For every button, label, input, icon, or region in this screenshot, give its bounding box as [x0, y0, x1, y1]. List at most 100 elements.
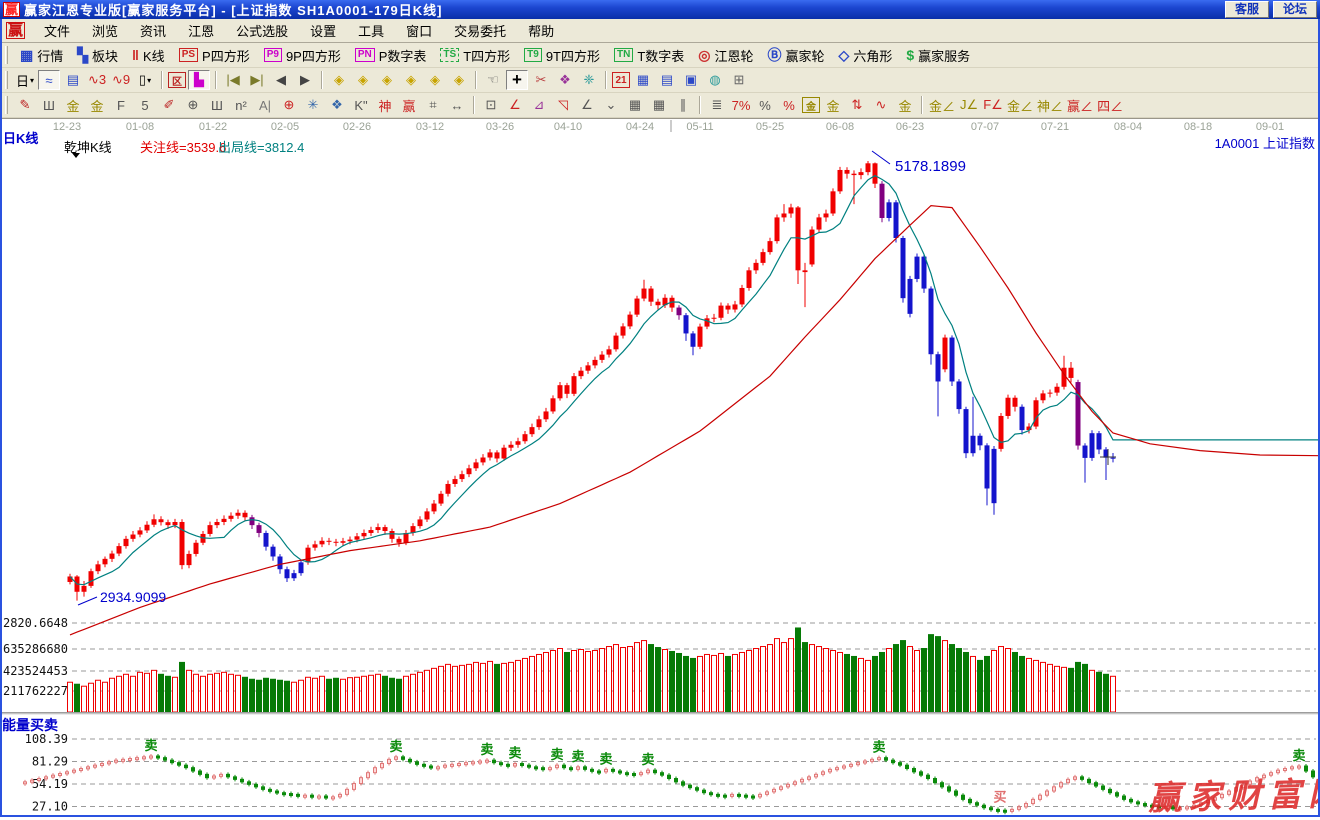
menu-item-1[interactable]: 浏览	[81, 19, 129, 42]
percent[interactable]: %	[754, 95, 776, 115]
fan-box-purple[interactable]: ⊿	[528, 95, 550, 115]
gold-line[interactable]: 金	[822, 95, 844, 115]
p-number-table[interactable]: PNP数字表	[355, 45, 427, 66]
save-disk[interactable]: ▣	[680, 70, 702, 90]
brush-red[interactable]: ✎	[14, 95, 36, 115]
menu-item-8[interactable]: 交易委托	[443, 19, 517, 42]
data-manager[interactable]: ⊞	[728, 70, 750, 90]
menu-item-6[interactable]: 工具	[347, 19, 395, 42]
gann-diamond-left[interactable]: ◈	[328, 70, 350, 90]
prev-page[interactable]: ◀	[270, 70, 292, 90]
grid-box[interactable]: ▦	[624, 95, 646, 115]
comb-lines[interactable]: Ш	[38, 95, 60, 115]
crosshair[interactable]: +	[506, 70, 528, 90]
tool-teal-flower[interactable]: ❈	[578, 70, 600, 90]
forum-button[interactable]: 论坛	[1273, 1, 1317, 18]
tool-purple-knot[interactable]: ❖	[554, 70, 576, 90]
gann-fan-red[interactable]: ∠	[504, 95, 526, 115]
angle-ying[interactable]: 赢∠	[1066, 95, 1094, 115]
calculator[interactable]: ▦	[632, 70, 654, 90]
f-comb[interactable]: F	[110, 95, 132, 115]
calendar-21[interactable]: 21	[612, 72, 630, 88]
menu-item-9[interactable]: 帮助	[517, 19, 565, 42]
menu-item-4[interactable]: 公式选股	[225, 19, 299, 42]
toolbar-handle[interactable]	[5, 71, 8, 89]
zigzag-3[interactable]: ∿3	[86, 70, 108, 90]
winner-wheel[interactable]: Ⓑ赢家轮	[768, 45, 825, 66]
customer-service-button[interactable]: 客服	[1225, 1, 1269, 18]
winner-service[interactable]: $赢家服务	[906, 45, 970, 66]
gold-red-line[interactable]: 金	[894, 95, 916, 115]
gold-comb-1[interactable]: 金	[62, 95, 84, 115]
pane-separator[interactable]	[0, 712, 1320, 715]
kline[interactable]: ǁK线	[132, 45, 165, 66]
wave-5[interactable]: 5	[134, 95, 156, 115]
zigzag-9[interactable]: ∿9	[110, 70, 132, 90]
menu-item-0[interactable]: 文件	[33, 19, 81, 42]
angle-j[interactable]: J∠	[958, 95, 980, 115]
angle-lines[interactable]: ∠	[576, 95, 598, 115]
first-page[interactable]: |◀	[222, 70, 244, 90]
v-dots[interactable]: ⌄	[600, 95, 622, 115]
menu-item-7[interactable]: 窗口	[395, 19, 443, 42]
toolbar-handle[interactable]	[5, 96, 8, 114]
brush-red-2[interactable]: ✐	[158, 95, 180, 115]
comb-lines-2[interactable]: Ш	[206, 95, 228, 115]
grid-box-arrow[interactable]: ▦	[648, 95, 670, 115]
menu-item-2[interactable]: 资讯	[129, 19, 177, 42]
shen-comb[interactable]: 神	[374, 95, 396, 115]
k-double-quote[interactable]: K"	[350, 95, 372, 115]
n-squared[interactable]: n²	[230, 95, 252, 115]
percent-7[interactable]: 7%	[730, 95, 752, 115]
volume-profile[interactable]: ▙	[188, 70, 210, 90]
last-page[interactable]: ▶|	[246, 70, 268, 90]
p-square[interactable]: PSP四方形	[179, 45, 250, 66]
fan-box-red[interactable]: ◹	[552, 95, 574, 115]
gold-circle[interactable]: 金	[802, 97, 820, 113]
box-tool[interactable]: ⊡	[480, 95, 502, 115]
web-star[interactable]: ✳	[302, 95, 324, 115]
t-square[interactable]: TST四方形	[440, 45, 510, 66]
angle-f[interactable]: F∠	[982, 95, 1004, 115]
web-export[interactable]: ◍	[704, 70, 726, 90]
info-panel[interactable]: ▤	[62, 70, 84, 90]
menu-item-5[interactable]: 设置	[299, 19, 347, 42]
pan-hand[interactable]: ☜	[482, 70, 504, 90]
gold-comb-2[interactable]: 金	[86, 95, 108, 115]
compass-red[interactable]: ⊕	[278, 95, 300, 115]
angle-si[interactable]: 四∠	[1096, 95, 1124, 115]
scale-ruler[interactable]: ≣	[706, 95, 728, 115]
angle-shen[interactable]: 神∠	[1036, 95, 1064, 115]
gann-maze[interactable]: 区	[168, 72, 186, 88]
9p-square[interactable]: P99P四方形	[264, 45, 341, 66]
gann-diamond-star[interactable]: ◈	[448, 70, 470, 90]
web-box[interactable]: ❖	[326, 95, 348, 115]
angle-gold-2[interactable]: 金∠	[1006, 95, 1034, 115]
angle-gold-1[interactable]: 金∠	[928, 95, 956, 115]
divergence[interactable]: ⇅	[846, 95, 868, 115]
sectors[interactable]: ▚板块	[77, 45, 118, 66]
gann-diamond-x[interactable]: ◈	[400, 70, 422, 90]
gann-diamond-right[interactable]: ◈	[352, 70, 374, 90]
h-range[interactable]: ↔	[446, 95, 468, 115]
angle-a[interactable]: A|	[254, 95, 276, 115]
candle-type-dropdown[interactable]: ▯▾	[134, 70, 156, 90]
ying-comb[interactable]: 赢	[398, 95, 420, 115]
measure-scissors[interactable]: ✂	[530, 70, 552, 90]
gann-diamond-plus[interactable]: ◈	[424, 70, 446, 90]
gann-wheel[interactable]: ◎江恩轮	[698, 45, 753, 66]
ruler-123[interactable]: ⌗	[422, 95, 444, 115]
toolbar-handle[interactable]	[5, 46, 8, 64]
gann-diamond-h[interactable]: ◈	[376, 70, 398, 90]
percent-line[interactable]: %	[778, 95, 800, 115]
t-number-table[interactable]: TNT数字表	[614, 45, 684, 66]
hexagon[interactable]: ◇六角形	[839, 45, 893, 66]
parallel-lines[interactable]: ∥	[672, 95, 694, 115]
wave-red[interactable]: ∿	[870, 95, 892, 115]
market-quotes[interactable]: ▦行情	[20, 45, 63, 66]
zoom-wave-mode[interactable]: ≈	[38, 70, 60, 90]
notepad[interactable]: ▤	[656, 70, 678, 90]
circle-comb[interactable]: ⊕	[182, 95, 204, 115]
candle-style-dropdown[interactable]: 日▾	[14, 70, 36, 90]
menu-item-3[interactable]: 江恩	[177, 19, 225, 42]
